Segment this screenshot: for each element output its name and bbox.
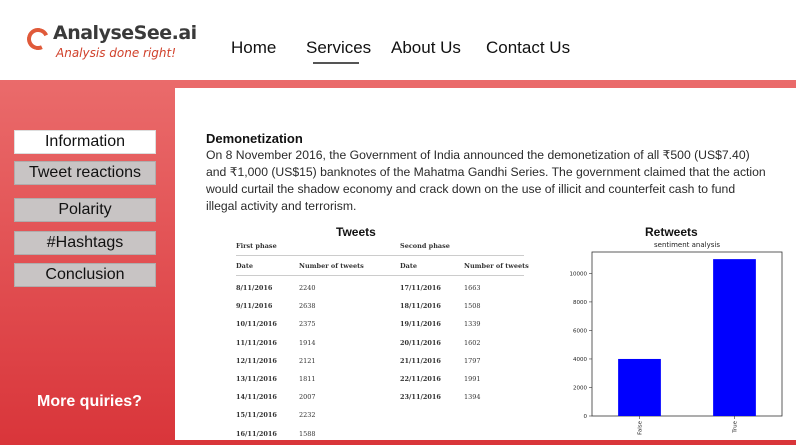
nav-active-indicator: [313, 62, 359, 64]
y-tick-label: 10000: [570, 271, 588, 277]
second-phase-date-cell: 23/11/2016: [400, 393, 441, 402]
nav-about-us[interactable]: About Us: [391, 38, 461, 62]
first-phase-count-cell: 2121: [299, 356, 316, 365]
sidebar-item-tweet-reactions[interactable]: Tweet reactions: [14, 161, 156, 185]
first-phase-date-cell: 15/11/2016: [236, 411, 277, 420]
first-phase-count-cell: 1914: [299, 338, 316, 347]
second-phase-count-cell: 1991: [464, 375, 481, 383]
second-phase-header: Second phase: [400, 242, 450, 250]
second-phase-date-cell: 21/11/2016: [400, 356, 441, 365]
second-phase-count-cell: 1394: [464, 393, 481, 402]
col-count-header-2: Number of tweets: [464, 262, 529, 270]
brand-tagline: Analysis done right!: [56, 46, 177, 60]
logo-ring-icon: [23, 24, 53, 54]
section-title: Demonetization: [206, 131, 303, 146]
first-phase-date-cell: 14/11/2016: [236, 393, 277, 402]
more-queries-link[interactable]: More quiries?: [37, 393, 142, 411]
first-phase-date-cell: 16/11/2016: [236, 429, 277, 438]
sidebar-item-polarity[interactable]: Polarity: [14, 198, 156, 222]
first-phase-date-cell: 9/11/2016: [236, 302, 273, 311]
header: AnalyseSee.ai Analysis done right! Home …: [0, 0, 796, 80]
first-phase-date-cell: 11/11/2016: [236, 338, 277, 347]
second-phase-date-cell: 17/11/2016: [400, 284, 441, 292]
bar-false: [618, 358, 661, 416]
col-date-header: Date: [236, 262, 253, 270]
col-count-header: Number of tweets: [299, 262, 364, 270]
y-tick-label: 4000: [573, 357, 587, 363]
col-date-header-2: Date: [400, 262, 417, 270]
first-phase-count-cell: 2375: [299, 320, 316, 329]
second-phase-date-cell: 20/11/2016: [400, 338, 441, 347]
chart-title: sentiment analysis: [654, 241, 720, 249]
first-phase-count-cell: 1588: [299, 429, 316, 438]
second-phase-count-cell: 1339: [464, 320, 481, 329]
brand-logo[interactable]: AnalyseSee.ai Analysis done right!: [23, 22, 197, 66]
second-phase-count-cell: 1508: [464, 302, 481, 311]
retweets-chart-svg: sentiment analysis 0 2000 4000 6000 8000 10000…: [570, 241, 783, 435]
x-tick-label: True: [733, 420, 739, 433]
section-text: On 8 November 2016, the Government of In…: [206, 148, 766, 213]
y-tick-label: 2000: [573, 385, 587, 391]
first-phase-count-cell: 2232: [299, 411, 316, 420]
tweets-title: Tweets: [336, 225, 376, 239]
table-divider: [236, 275, 524, 276]
first-phase-count-cell: 1811: [299, 375, 316, 383]
first-phase-count-cell: 2638: [299, 302, 316, 311]
second-phase-date-cell: 19/11/2016: [400, 320, 441, 329]
first-phase-count-cell: 2007: [299, 393, 316, 402]
retweets-chart: sentiment analysis 0 2000 4000 6000 8000 10000…: [557, 236, 793, 440]
second-phase-count-cell: 1663: [464, 284, 481, 292]
y-tick-label: 0: [584, 414, 588, 420]
second-phase-count-cell: 1602: [464, 338, 481, 347]
table-divider: [236, 255, 524, 256]
nav-home[interactable]: Home: [231, 38, 276, 62]
first-phase-header: First phase: [236, 242, 277, 250]
sidebar-item-information[interactable]: Information: [14, 130, 156, 154]
nav-contact-us[interactable]: Contact Us: [486, 38, 570, 62]
sidebar-item-hashtags[interactable]: #Hashtags: [14, 231, 156, 255]
second-phase-date-cell: 22/11/2016: [400, 375, 441, 383]
second-phase-date-cell: 18/11/2016: [400, 302, 441, 311]
first-phase-count-cell: 2240: [299, 284, 316, 292]
first-phase-date-cell: 12/11/2016: [236, 356, 277, 365]
first-phase-date-cell: 8/11/2016: [236, 284, 273, 292]
second-phase-count-cell: 1797: [464, 356, 481, 365]
y-tick-label: 6000: [573, 328, 587, 334]
x-tick-label: False: [638, 420, 644, 434]
main-panel: Demonetization On 8 November 2016, the G…: [175, 88, 796, 440]
brand-name: AnalyseSee.ai: [53, 22, 197, 44]
first-phase-date-cell: 10/11/2016: [236, 320, 277, 329]
nav-services[interactable]: Services: [306, 38, 371, 62]
y-tick-label: 8000: [573, 300, 587, 306]
first-phase-date-cell: 13/11/2016: [236, 375, 277, 383]
sidebar-item-conclusion[interactable]: Conclusion: [14, 263, 156, 287]
bar-true: [713, 259, 756, 416]
